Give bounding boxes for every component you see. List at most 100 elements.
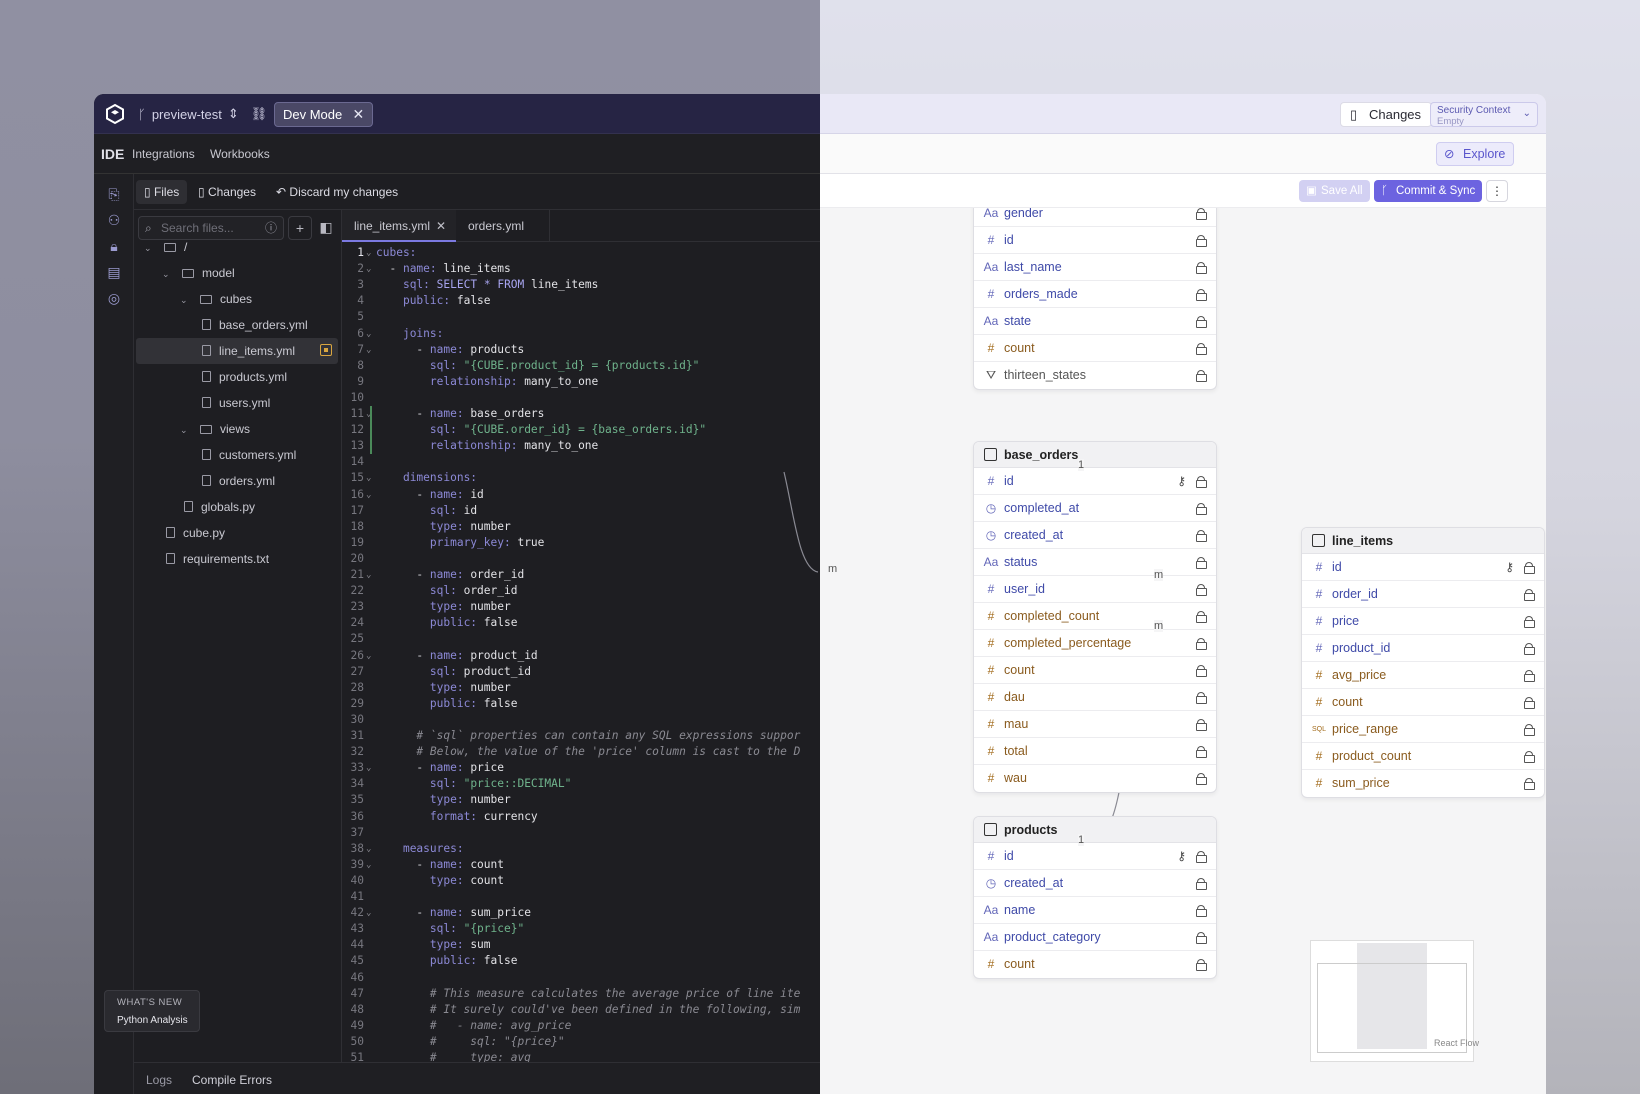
chevron-down-icon[interactable]: ⌄ bbox=[162, 261, 174, 287]
field-row[interactable]: # total bbox=[974, 738, 1216, 765]
fold-icon[interactable]: ⌄ bbox=[366, 470, 371, 486]
tree-folder[interactable]: ⌄ model bbox=[162, 260, 352, 286]
branch-selector[interactable]: ᚴ preview-test ⇕ ⛓ bbox=[138, 106, 267, 122]
lock-icon[interactable] bbox=[1196, 611, 1207, 623]
nav-ide[interactable]: IDE bbox=[101, 146, 124, 162]
more-options-icon[interactable]: ⋮ bbox=[1486, 180, 1508, 202]
chevron-down-icon[interactable]: ⌄ bbox=[180, 417, 192, 443]
lock-icon[interactable] bbox=[1196, 530, 1207, 542]
field-row[interactable]: # count bbox=[974, 335, 1216, 362]
field-row[interactable]: # count bbox=[974, 657, 1216, 684]
nav-workbooks[interactable]: Workbooks bbox=[210, 147, 270, 161]
lock-icon[interactable] bbox=[1196, 235, 1207, 247]
cube-card-users[interactable]: Aa gender # id Aa last_name # orders_made Aa stat… bbox=[973, 208, 1217, 390]
tree-file[interactable]: requirements.txt bbox=[166, 546, 356, 572]
field-row[interactable]: # count bbox=[1302, 689, 1544, 716]
fold-icon[interactable]: ⌄ bbox=[366, 326, 371, 342]
nav-integrations[interactable]: Integrations bbox=[132, 147, 195, 161]
lock-icon[interactable] bbox=[1196, 719, 1207, 731]
field-row[interactable]: Aa status bbox=[974, 549, 1216, 576]
lock-icon[interactable] bbox=[1196, 692, 1207, 704]
fold-icon[interactable]: ⌄ bbox=[366, 487, 371, 503]
link-icon[interactable]: ⛓ bbox=[251, 106, 268, 122]
react-flow-attribution[interactable]: React Flow bbox=[1434, 1038, 1479, 1048]
lock-icon[interactable] bbox=[1196, 370, 1207, 382]
lock-icon[interactable] bbox=[1196, 289, 1207, 301]
fold-icon[interactable]: ⌄ bbox=[366, 905, 371, 921]
field-row[interactable]: ◷ created_at bbox=[974, 522, 1216, 549]
field-row[interactable]: # completed_percentage bbox=[974, 630, 1216, 657]
field-row[interactable]: # wau bbox=[974, 765, 1216, 792]
field-row[interactable]: ⛛ thirteen_states bbox=[974, 362, 1216, 389]
cube-card-products[interactable]: products # id ⚷ ◷ created_at Aa name Aa product_c… bbox=[973, 816, 1217, 979]
lock-icon[interactable] bbox=[1196, 343, 1207, 355]
changes-button[interactable]: ▯ Changes bbox=[1340, 102, 1433, 127]
target-icon[interactable]: ◎ bbox=[106, 290, 122, 306]
discard-button[interactable]: ↶ Discard my changes bbox=[268, 180, 406, 204]
field-row[interactable]: # id ⚷ bbox=[974, 843, 1216, 870]
lock-icon[interactable] bbox=[1524, 562, 1535, 574]
dev-mode-badge[interactable]: Dev Mode ✕ bbox=[274, 102, 374, 127]
fold-icon[interactable]: ⌄ bbox=[366, 841, 371, 857]
field-row[interactable]: Aa product_category bbox=[974, 924, 1216, 951]
lock-icon[interactable] bbox=[1196, 746, 1207, 758]
cube-logo-icon[interactable] bbox=[104, 103, 126, 125]
lock-icon[interactable] bbox=[1196, 503, 1207, 515]
tab-line-items[interactable]: line_items.yml ✕ bbox=[342, 210, 456, 242]
lock-icon[interactable] bbox=[1196, 262, 1207, 274]
field-row[interactable]: Aa name bbox=[974, 897, 1216, 924]
lock-icon[interactable]: 🔒︎ bbox=[106, 238, 122, 254]
field-row[interactable]: # dau bbox=[974, 684, 1216, 711]
lock-icon[interactable] bbox=[1196, 905, 1207, 917]
field-row[interactable]: # price bbox=[1302, 608, 1544, 635]
lock-icon[interactable] bbox=[1524, 724, 1535, 736]
lock-icon[interactable] bbox=[1196, 878, 1207, 890]
lock-icon[interactable] bbox=[1524, 778, 1535, 790]
field-row[interactable]: Aa state bbox=[974, 308, 1216, 335]
field-row[interactable]: # order_id bbox=[1302, 581, 1544, 608]
lock-icon[interactable] bbox=[1196, 584, 1207, 596]
lock-icon[interactable] bbox=[1196, 773, 1207, 785]
lock-icon[interactable] bbox=[1196, 665, 1207, 677]
files-icon[interactable]: ⎘ bbox=[106, 186, 122, 202]
code-editor[interactable]: 1 ⌄ cubes: 2 ⌄ - name: line_items 3 sql: SELE… bbox=[342, 242, 820, 1062]
tree-folder[interactable]: ⌄ / bbox=[144, 234, 334, 260]
document-icon[interactable]: ▤ bbox=[106, 264, 122, 280]
lock-icon[interactable] bbox=[1196, 557, 1207, 569]
cube-card-base-orders[interactable]: base_orders # id ⚷ ◷ completed_at ◷ created_at A… bbox=[973, 441, 1217, 793]
tree-file[interactable]: line_items.yml bbox=[136, 338, 338, 364]
field-row[interactable]: # id ⚷ bbox=[1302, 554, 1544, 581]
field-row[interactable]: # orders_made bbox=[974, 281, 1216, 308]
field-row[interactable]: ◷ created_at bbox=[974, 870, 1216, 897]
lock-icon[interactable] bbox=[1524, 616, 1535, 628]
field-row[interactable]: ◷ completed_at bbox=[974, 495, 1216, 522]
whats-new-popup[interactable]: WHAT'S NEW Python Analysis bbox=[104, 990, 200, 1032]
field-row[interactable]: # product_id bbox=[1302, 635, 1544, 662]
field-row[interactable]: # avg_price bbox=[1302, 662, 1544, 689]
files-tab[interactable]: ▯ Files bbox=[136, 180, 188, 204]
lock-icon[interactable] bbox=[1196, 476, 1207, 488]
field-row[interactable]: # id ⚷ bbox=[974, 468, 1216, 495]
lock-icon[interactable] bbox=[1196, 851, 1207, 863]
lock-icon[interactable] bbox=[1524, 670, 1535, 682]
lock-icon[interactable] bbox=[1196, 959, 1207, 971]
field-row[interactable]: # user_id bbox=[974, 576, 1216, 603]
field-row[interactable]: Aa last_name bbox=[974, 254, 1216, 281]
field-row[interactable]: # completed_count bbox=[974, 603, 1216, 630]
fold-icon[interactable]: ⌄ bbox=[366, 760, 371, 776]
fold-icon[interactable]: ⌄ bbox=[366, 648, 371, 664]
lock-icon[interactable] bbox=[1196, 316, 1207, 328]
explore-button[interactable]: ⊘ Explore bbox=[1436, 142, 1515, 166]
lock-icon[interactable] bbox=[1524, 643, 1535, 655]
field-row[interactable]: SQL price_range bbox=[1302, 716, 1544, 743]
lock-icon[interactable] bbox=[1524, 751, 1535, 763]
cube-card-line-items[interactable]: line_items # id ⚷ # order_id # price # product_id… bbox=[1301, 527, 1545, 798]
lock-icon[interactable] bbox=[1524, 589, 1535, 601]
field-row[interactable]: # mau bbox=[974, 711, 1216, 738]
lock-icon[interactable] bbox=[1196, 638, 1207, 650]
commit-sync-button[interactable]: ᚴ Commit & Sync bbox=[1374, 180, 1483, 202]
compile-errors-tab[interactable]: Compile Errors bbox=[192, 1073, 272, 1087]
field-row[interactable]: Aa gender bbox=[974, 208, 1216, 227]
close-icon[interactable]: ✕ bbox=[436, 210, 446, 242]
graph-icon[interactable]: ⚇ bbox=[106, 212, 122, 228]
